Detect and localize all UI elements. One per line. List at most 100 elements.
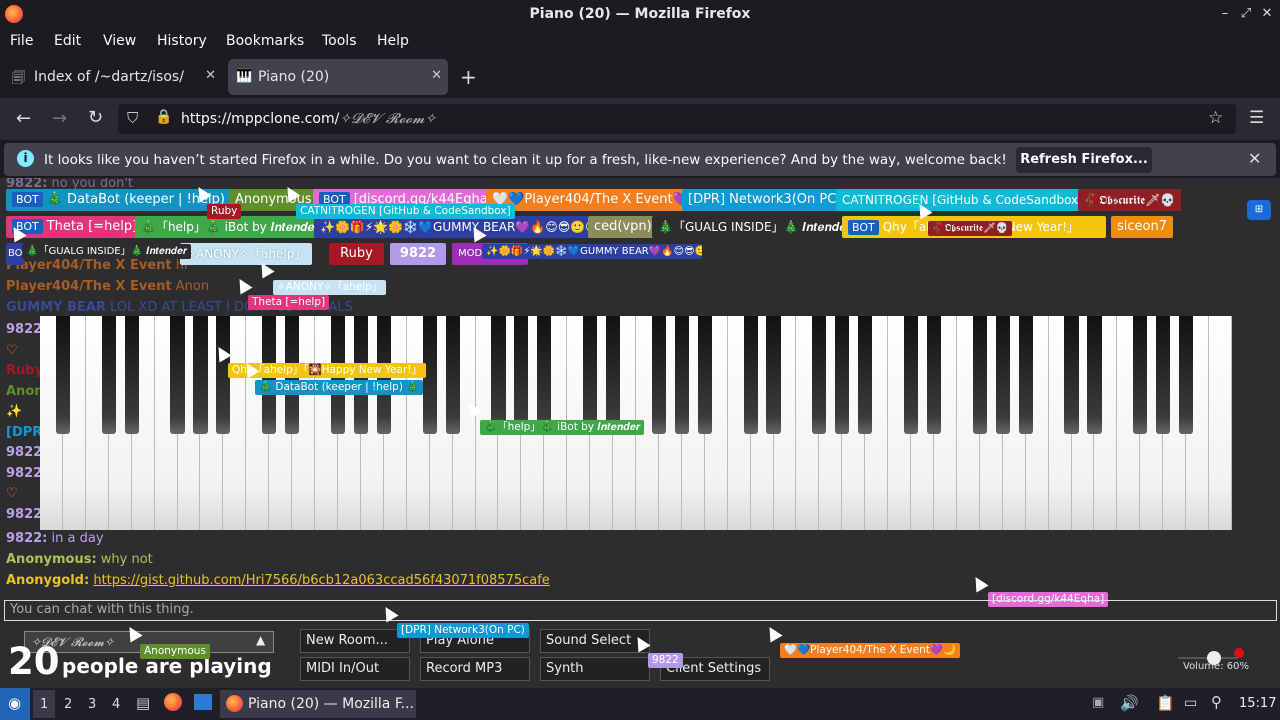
cursor-tag: 🥀𝕺𝖇𝖘𝖈𝖚𝖗𝖎𝖙𝖊🗡💀 <box>928 221 1013 236</box>
user-badge[interactable]: [DPR] Network3(On PC) <box>682 189 848 211</box>
reload-icon[interactable]: ↻ <box>88 107 103 128</box>
user-badge[interactable]: ced(vpn) <box>588 216 658 238</box>
black-key[interactable] <box>170 316 185 434</box>
black-key[interactable] <box>766 316 781 434</box>
tab-index-isos[interactable]: 🗐 Index of /~dartz/isos/ ✕ <box>4 59 222 95</box>
black-key[interactable] <box>972 316 987 434</box>
menu-bookmarks[interactable]: Bookmarks <box>226 33 304 49</box>
hamburger-menu-icon[interactable]: ☰ <box>1249 108 1264 128</box>
chat-name: Player404/The X Event <box>6 258 172 273</box>
user-badge[interactable]: 🥀𝕺𝖇𝖘𝖈𝖚𝖗𝖎𝖙𝖊🗡💀 <box>1078 189 1182 211</box>
black-key[interactable] <box>995 316 1010 434</box>
user-badge[interactable]: 🤍💙Player404/The X Event💜🌙 <box>486 189 711 211</box>
black-key[interactable] <box>1156 316 1171 434</box>
black-key[interactable] <box>926 316 942 434</box>
new-tab-icon[interactable]: + <box>460 65 477 89</box>
user-badge[interactable]: 🎄「help」🎄 iBot by 𝑰𝒏𝒕𝒆𝒏𝒅𝒆𝒓 <box>135 216 326 238</box>
user-badge[interactable]: 9822 <box>390 243 446 265</box>
black-key[interactable] <box>445 316 460 434</box>
black-key[interactable] <box>697 316 712 434</box>
translate-icon[interactable]: ⊞ <box>1247 200 1271 220</box>
chevron-up-icon[interactable]: ▲ <box>256 633 265 647</box>
menu-edit[interactable]: Edit <box>54 33 81 49</box>
black-key[interactable] <box>101 316 116 434</box>
close-tab-icon[interactable]: ✕ <box>431 68 442 83</box>
cursor-tag-label: ✧ANONY✧「ahelp」 <box>277 281 383 293</box>
chat-input[interactable]: You can chat with this thing. <box>4 600 1277 621</box>
black-key[interactable] <box>1087 316 1102 434</box>
black-key[interactable] <box>1133 316 1148 434</box>
workspace-4[interactable]: 4 <box>112 697 120 712</box>
cursor-tag-label: CATNITROGEN [GitHub & CodeSandbox] <box>300 205 511 217</box>
record-mp3-button[interactable]: Record MP3 <box>420 657 530 681</box>
chat-message: 9822: in a day <box>6 531 104 546</box>
user-badge[interactable]: siceon7 <box>1111 216 1173 238</box>
black-key[interactable] <box>1064 316 1079 434</box>
workspace-2[interactable]: 2 <box>64 697 72 712</box>
volume-label: Volume: 60% <box>1183 661 1249 672</box>
menu-help[interactable]: Help <box>377 33 409 49</box>
black-key[interactable] <box>1018 316 1033 434</box>
minimize-icon[interactable]: – <box>1218 6 1232 21</box>
black-key[interactable] <box>537 316 552 434</box>
black-key[interactable] <box>835 316 850 434</box>
menu-view[interactable]: View <box>103 33 136 49</box>
back-icon[interactable]: ← <box>16 108 31 129</box>
close-window-icon[interactable]: ✕ <box>1260 6 1274 21</box>
start-logo-icon: ◉ <box>8 694 22 712</box>
black-key[interactable] <box>124 316 139 434</box>
file-manager-icon[interactable]: ▤ <box>136 694 150 712</box>
black-key[interactable] <box>858 316 873 434</box>
user-label: ced(vpn) <box>594 219 652 234</box>
close-tab-icon[interactable]: ✕ <box>205 68 216 83</box>
user-badge[interactable]: 🎄「GUALG INSIDE」🎄 𝑰𝒏𝒕𝒆𝒏𝒅𝒆𝒓 <box>652 216 858 238</box>
menu-file[interactable]: File <box>10 33 33 49</box>
workspace-1[interactable]: 1 <box>33 690 55 718</box>
volume-icon[interactable]: 🔊 <box>1120 694 1139 712</box>
firefox-launcher-icon[interactable] <box>164 693 182 711</box>
user-badge[interactable]: ✧ANONY✧「ahelp」 <box>180 243 313 265</box>
black-key[interactable] <box>55 316 71 434</box>
midi-in-out-button[interactable]: MIDI In/Out <box>300 657 410 681</box>
user-badge[interactable]: ✨🌼🎁⚡🌟🌼❄️💙GUMMY BEAR💜🔥😊😎🙂😊 <box>314 216 604 238</box>
black-key[interactable] <box>812 316 827 434</box>
menu-tools[interactable]: Tools <box>322 33 357 49</box>
lock-icon[interactable]: 🔒 <box>155 109 172 125</box>
display-icon[interactable]: ▭ <box>1184 695 1197 711</box>
black-key[interactable] <box>674 316 689 434</box>
terminal-icon[interactable] <box>194 694 212 710</box>
user-label: 🥀𝕺𝖇𝖘𝖈𝖚𝖗𝖎𝖙𝖊🗡💀 <box>1084 193 1176 207</box>
black-key[interactable] <box>903 316 919 434</box>
maximize-icon[interactable]: ⤢ <box>1239 6 1253 21</box>
workspace-3[interactable]: 3 <box>88 697 96 712</box>
cursor-icon <box>969 573 989 593</box>
chat-link[interactable]: https://gist.github.com/Hri7566/b6cb12a0… <box>93 573 549 588</box>
tray-icon[interactable]: ▣ <box>1092 695 1104 710</box>
bookmark-star-icon[interactable]: ☆ <box>1208 108 1223 128</box>
black-key[interactable] <box>1179 316 1194 434</box>
synth-button[interactable]: Synth <box>540 657 650 681</box>
black-key[interactable] <box>651 316 667 434</box>
refresh-firefox-button[interactable]: Refresh Firefox... <box>1016 147 1152 173</box>
user-badge[interactable]: CATNITROGEN [GitHub & CodeSandbox] <box>836 189 1089 211</box>
close-notification-icon[interactable]: ✕ <box>1248 149 1261 168</box>
black-key[interactable] <box>193 316 208 434</box>
user-label: CATNITROGEN [GitHub & CodeSandbox] <box>842 193 1083 207</box>
black-key[interactable] <box>743 316 758 434</box>
url-path: ✧𝓓𝓔𝓥 𝓡𝓸𝓸𝓶✧ <box>339 111 437 127</box>
cursor-tag-label: 🎄 DataBot (keeper | !help) 🎄 <box>259 381 420 393</box>
black-key[interactable] <box>583 316 598 434</box>
menu-history[interactable]: History <box>157 33 207 49</box>
taskbar-window-firefox[interactable]: Piano (20) — Mozilla F... <box>220 690 416 718</box>
url-text[interactable]: https://mppclone.com/✧𝓓𝓔𝓥 𝓡𝓸𝓸𝓶✧ <box>181 111 436 127</box>
black-key[interactable] <box>514 316 529 434</box>
new-room-button[interactable]: New Room... <box>300 629 410 653</box>
network-icon[interactable]: ⚲ <box>1211 693 1222 711</box>
shield-icon[interactable]: ⛉ <box>127 109 138 127</box>
black-key[interactable] <box>605 316 621 434</box>
black-key[interactable] <box>491 316 506 434</box>
forward-icon[interactable]: → <box>52 108 67 129</box>
clipboard-icon[interactable]: 📋 <box>1156 694 1175 712</box>
user-badge[interactable]: Ruby <box>329 243 384 265</box>
tab-piano[interactable]: 🎹 Piano (20) ✕ <box>228 59 448 95</box>
